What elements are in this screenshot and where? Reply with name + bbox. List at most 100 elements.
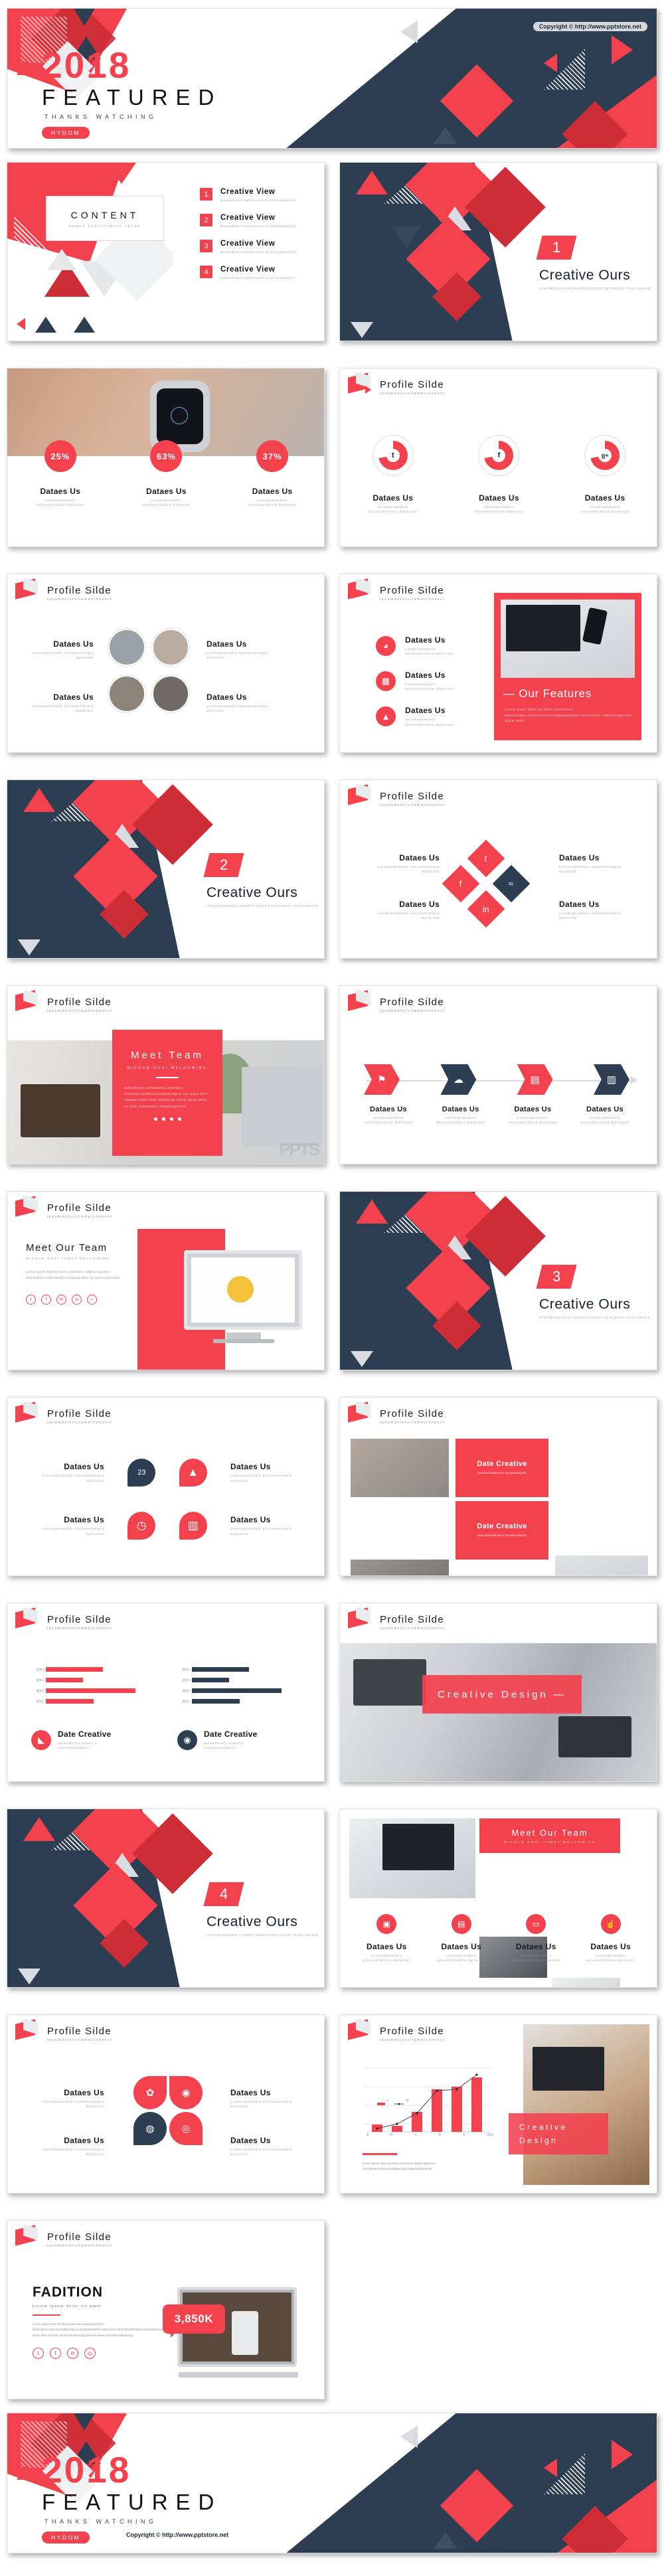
meet-team-subtitle: MIPSUM DOSI WELCOMING [127,1066,208,1070]
avatar[interactable] [108,629,145,666]
petal-label[interactable]: Dataes Us Loremipsumdolo sitconsectetura … [31,2088,104,2109]
profile-subtitle: ipsumdolorsitametconsect [47,598,113,602]
diamond-label[interactable]: Dataes Us Loremipsumdolo sitconsectetura… [559,900,639,920]
team-label[interactable]: Dataes Us Loremipsumdolo sitconsectetura… [21,692,94,713]
stat-item[interactable]: 25% Dataes Us Loremipsumdolo sitconsecte… [30,440,91,507]
bulb-icon[interactable]: ◍ [133,2112,167,2145]
slide-content[interactable]: CONTENT SUMDO LORSITAMETC TETUR 1 Creati… [7,162,325,341]
bars-icon[interactable]: ▥ [179,1512,207,1540]
list-item[interactable]: 3 Creative View ipsumdolorsitametcons ec… [200,240,319,254]
slide-meet-team[interactable]: Profile Silde ipsumdolorsitametconsect P… [7,985,325,1165]
content-panel-title: CONTENT [70,209,139,220]
hero-badge[interactable]: HYDOM [42,2532,90,2543]
icon-item[interactable]: ▭ Dataes Us Loremipsumdolo sitconsectetu… [505,1914,566,1963]
section-header: 1 Creative Ours IPSUMDOLORSITAMETCONSECT… [536,236,651,291]
office-photo[interactable] [351,1560,449,1575]
chart-icon[interactable]: ▥ [593,1064,629,1095]
icon-item[interactable]: ▤ Dataes Us Loremipsumdolo sitconsectetu… [431,1914,492,1963]
slide-social-donuts[interactable]: Profile Silde ipsumdolorsitametconsect t… [339,368,657,547]
slide-section-2[interactable]: 2 Creative Ours IPSUMDOLORSITAMETCONSECT… [7,779,325,959]
item-subtitle: ipsumdolorsitametcons ecteturadipiscin [220,199,297,202]
office-photo[interactable] [351,1439,449,1497]
flag-icon[interactable]: ⚑ [364,1064,400,1095]
watermark: PPTS [279,1139,320,1159]
list-item[interactable]: 2 Creative View ipsumdolorsitametcons ec… [200,214,319,228]
feature-item[interactable]: ▦ Dataes Us Loremipsumdolo sitconsectetu… [376,671,465,691]
mac-body: Lorem ipsum dolor sit amet,consectetur a… [26,1270,120,1279]
petal-label[interactable]: Dataes Us Loremipsumdolo sitconsectetura … [230,2088,310,2109]
slide-section-4[interactable]: 4 Creative Ours IPSUMDOLORSITAMETCONSECT… [7,1809,325,1988]
slide-photo-cards[interactable]: Profile Silde ipsumdolorsitametconsect D… [339,1397,657,1576]
camera-icon[interactable]: ◉ [169,2076,203,2109]
legend-b: B: [406,2099,410,2102]
diamond-label[interactable]: Dataes Us Loremipsumdolo sitconsectetura… [367,900,440,920]
slide-section-1[interactable]: 1 Creative Ours IPSUMDOLORSITAMETCONSECT… [339,162,657,341]
android-icon[interactable]: ▲ [179,1459,207,1487]
avatar[interactable] [108,675,145,712]
feature-title: Dataes Us [405,635,446,645]
stat-item[interactable]: 63% Dataes Us Loremipsumdolo sitconsecte… [135,440,197,507]
team-label[interactable]: Dataes Us Loremipsumdolo sitconsectetura… [207,639,286,660]
card[interactable]: Date Creative ipsumdolorsitametco nsecte… [456,1501,548,1560]
slide-meet-our-team-mac[interactable]: Profile Silde ipsumdolorsitametconsect M… [7,1191,325,1370]
rocket-icon: ◕ [376,635,396,656]
slide-hero-bottom[interactable]: Copyright © http://www.pptstore.net 2018… [7,2413,657,2553]
profile-header: Profile Silde ipsumdolorsitametconsect [380,585,445,602]
slide-creative-design-banner[interactable]: Profile Silde ipsumdolorsitametconsect C… [339,1603,657,1782]
diamond-label[interactable]: Dataes Us Loremipsumdolo sitconsectetura… [559,853,639,874]
doc-icon[interactable]: ▤ [517,1064,553,1095]
stat-row: 25% Dataes Us Loremipsumdolo sitconsecte… [7,440,324,507]
slide-section-3[interactable]: 3 Creative Ours IPSUMDOLORSITAMETCONSECT… [339,1191,657,1370]
calendar-icon[interactable]: 23 [127,1459,156,1487]
feature-item[interactable]: ◕ Dataes Us Loremipsumdolo sitconsectetu… [376,635,465,656]
slide-stats-percent[interactable]: 25% Dataes Us Loremipsumdolo sitconsecte… [7,368,325,547]
profile-title: Profile Silde [47,1614,112,1625]
desk-photo[interactable] [552,1978,620,1987]
laptop-photo [501,600,635,678]
chart-subtitle: ipsumdolorsitametco nsecteturadipisci [204,1741,244,1750]
feature-item[interactable]: ▲ Dataes Us Loremipsumdolo sitconsectetu… [376,706,465,727]
donut-item[interactable]: t Dataes Us Loremipsumdolo sitconsectetu… [363,435,424,514]
petal-label[interactable]: Dataes Us Loremipsumdolo sitconsectetura … [31,2136,104,2156]
stat-item[interactable]: 37% Dataes Us Loremipsumdolo sitconsecte… [242,440,303,507]
slide-process-arrow[interactable]: Profile Silde ipsumdolorsitametconsect ⚑… [339,985,657,1165]
petal-label[interactable]: Dataes Us Loremipsumdolo sitconsectetura … [230,2136,310,2156]
card[interactable]: Date Creative ipsumdolorsitametco nsecte… [456,1439,548,1497]
slide-our-features[interactable]: Profile Silde ipsumdolorsitametconsect ◕… [339,574,657,753]
list-item[interactable]: 1 Creative View ipsumdolorsitametcons ec… [200,188,319,202]
icon-item[interactable]: ☝ Dataes Us Loremipsumdolo sitconsectetu… [580,1914,641,1963]
hero-badge[interactable]: HYDOM [42,127,90,139]
slide-meet-our-team-icons[interactable]: Meet Our Team MIPSUM DOSI TAMET,WELCOMIN… [339,1809,657,1988]
laptop-photo[interactable] [555,1556,648,1575]
list-item[interactable]: 4 Creative View ipsumdolorsitametcons ec… [200,266,319,280]
slide-icon-grid[interactable]: Profile Silde ipsumdolorsitametconsect D… [7,1397,325,1576]
social-row[interactable]: t f in ◎ ≈ [26,1294,145,1305]
team-label[interactable]: Dataes Us Loremipsumdolo sitconsectetura… [21,639,94,660]
icon-item[interactable]: ▣ Dataes Us Loremipsumdolo sitconsectetu… [356,1914,417,1963]
social-row[interactable]: t f in ◎ [33,2348,149,2360]
profile-title: Profile Silde [47,2026,112,2037]
slide-petal-icons[interactable]: Profile Silde ipsumdolorsitametconsect D… [7,2014,325,2194]
alarm-icon[interactable]: ◷ [127,1512,156,1540]
cloud-icon[interactable]: ☁ [440,1064,477,1095]
slide-hero-top[interactable]: Copyright © http://www.pptstore.net 2018… [7,8,657,149]
desk-photo[interactable] [523,2024,649,2185]
avatar[interactable] [152,629,189,666]
donut-item[interactable]: f Dataes Us Loremipsumdolo sitconsectetu… [468,435,529,514]
donut-item[interactable]: g+ Dataes Us Loremipsumdolo sitconsectet… [574,435,635,514]
laptop-photo[interactable] [349,1818,475,1898]
panel-body: Lorem ipsum dolor sit amet,consectetur d… [505,708,632,723]
avatar[interactable] [152,675,189,712]
target-icon[interactable]: ◎ [169,2112,203,2145]
gear-icon[interactable]: ✿ [133,2076,167,2109]
slide-combo-chart[interactable]: Profile Silde ipsumdolorsitametconsect A… [339,2014,657,2194]
camera-icon: ◉ [177,1730,197,1750]
slide-fadition[interactable]: Profile Silde ipsumdolorsitametconsect F… [7,2220,325,2399]
diamond-label[interactable]: Dataes Us Loremipsumdolo sitconsectetura… [367,853,440,874]
slide-diamond-social[interactable]: Profile Silde ipsumdolorsitametconsect D… [339,779,657,959]
slide-team-photos[interactable]: Profile Silde ipsumdolorsitametconsect D… [7,574,325,753]
section-number-badge: 1 [536,236,577,260]
dot-indicators[interactable] [124,1117,210,1121]
team-label[interactable]: Dataes Us Loremipsumdolo sitconsectetura… [207,692,286,713]
slide-bar-charts[interactable]: Profile Silde ipsumdolorsitametconsect 类… [7,1603,325,1782]
